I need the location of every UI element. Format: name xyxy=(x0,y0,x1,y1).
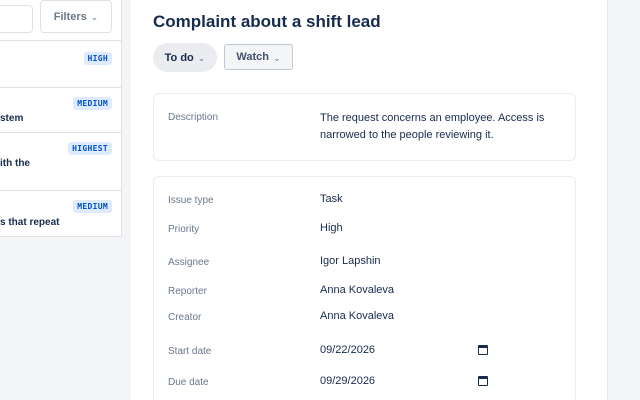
chevron-down-icon: ⌄ xyxy=(90,12,99,22)
list-item[interactable]: MEDIUM s that repeat xyxy=(0,190,121,236)
priority-badge: HIGH xyxy=(83,52,112,65)
start-date-label: Start date xyxy=(168,346,212,357)
creator-label: Creator xyxy=(168,312,202,323)
priority-label: Priority xyxy=(168,224,200,235)
priority-badge: MEDIUM xyxy=(73,200,112,213)
status-button[interactable]: To do ⌄ xyxy=(153,43,217,72)
due-date-value: 09/29/2026 xyxy=(320,375,376,387)
search-input[interactable] xyxy=(0,5,33,33)
assignee-value[interactable]: Igor Lapshin xyxy=(320,255,381,267)
issue-type-label: Issue type xyxy=(168,195,214,206)
description-label: Description xyxy=(168,112,219,123)
issue-list-panel: Filters ⌄ HIGH MEDIUM stem HIGHEST ith t… xyxy=(0,0,122,237)
right-sidebar-edge xyxy=(607,0,640,400)
priority-value[interactable]: High xyxy=(320,222,343,234)
issue-title: Complaint about a shift lead xyxy=(153,12,381,31)
filters-button[interactable]: Filters ⌄ xyxy=(40,0,112,33)
due-date-label: Due date xyxy=(168,377,209,388)
filters-label: Filters xyxy=(53,10,87,23)
list-item-title: ith the xyxy=(0,158,30,169)
priority-badge: HIGHEST xyxy=(68,142,112,155)
details-card: Issue type Task Priority High Assignee I… xyxy=(153,176,576,400)
status-label: To do xyxy=(164,51,194,64)
calendar-icon[interactable] xyxy=(478,376,488,386)
priority-badge: MEDIUM xyxy=(73,97,112,110)
issue-type-value[interactable]: Task xyxy=(320,193,343,205)
assignee-label: Assignee xyxy=(168,257,210,268)
list-item-title: s that repeat xyxy=(0,217,60,228)
description-card: Description The request concerns an empl… xyxy=(153,93,576,161)
issue-detail-panel: Complaint about a shift lead To do ⌄ Wat… xyxy=(131,0,607,400)
start-date-input[interactable]: 09/22/2026 xyxy=(320,344,488,362)
description-text[interactable]: The request concerns an employee. Access… xyxy=(320,110,565,144)
due-date-input[interactable]: 09/29/2026 xyxy=(320,375,488,393)
start-date-value: 09/22/2026 xyxy=(320,344,376,356)
watch-button[interactable]: Watch ⌄ xyxy=(224,44,293,70)
chevron-down-icon: ⌄ xyxy=(197,53,206,63)
calendar-icon[interactable] xyxy=(478,345,488,355)
watch-label: Watch xyxy=(236,51,270,63)
reporter-value[interactable]: Anna Kovaleva xyxy=(320,284,394,296)
list-item[interactable]: MEDIUM stem xyxy=(0,87,121,132)
creator-value: Anna Kovaleva xyxy=(320,310,394,322)
list-item-title: stem xyxy=(0,113,24,124)
list-item[interactable]: HIGHEST ith the xyxy=(0,132,121,190)
list-item[interactable]: HIGH xyxy=(0,40,121,87)
reporter-label: Reporter xyxy=(168,286,207,297)
chevron-down-icon: ⌄ xyxy=(273,52,281,63)
